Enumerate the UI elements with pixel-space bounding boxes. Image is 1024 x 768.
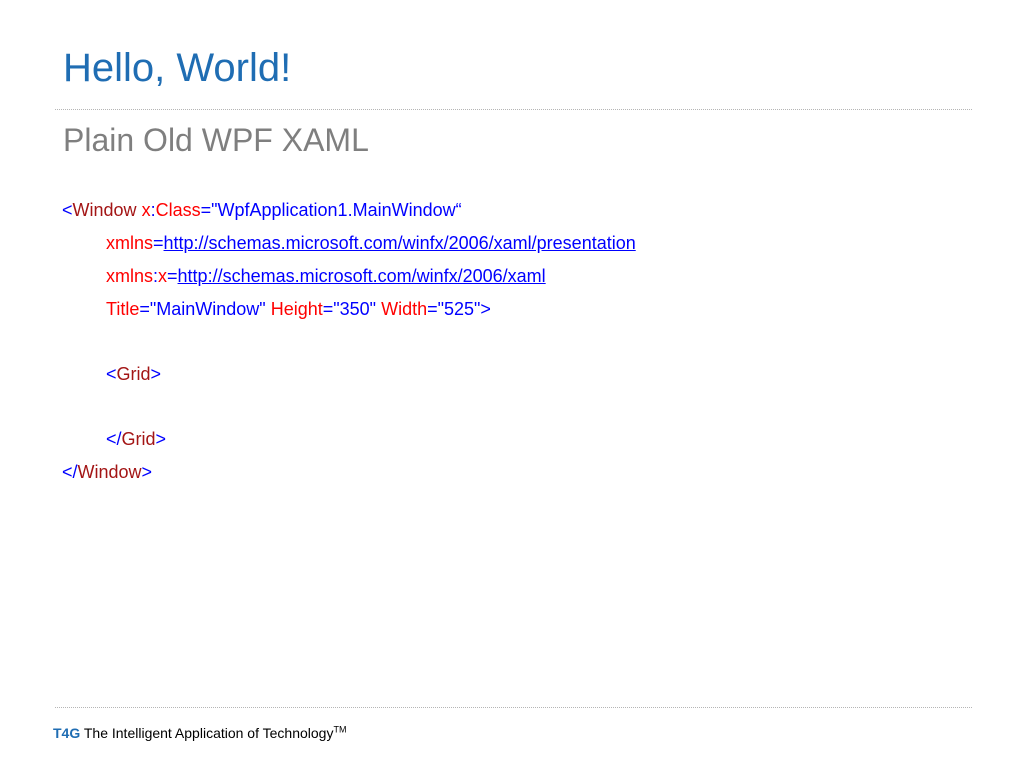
code-line-window-open: <Window x:Class="WpfApplication1.MainWin…	[62, 194, 636, 227]
code-namespace-prefix: x	[141, 200, 151, 220]
code-delimiter: =	[139, 299, 150, 319]
xaml-code-block: <Window x:Class="WpfApplication1.MainWin…	[62, 194, 636, 489]
code-namespace-prefix: x	[158, 266, 168, 286]
code-delimiter: </	[62, 462, 78, 482]
footer-brand: T4G	[53, 725, 81, 741]
code-delimiter: >	[155, 429, 167, 449]
code-line-window-close: </Window>	[62, 456, 636, 489]
code-delimiter: =	[167, 266, 178, 286]
code-delimiter: >	[480, 299, 491, 319]
code-attribute-name: Height	[270, 299, 323, 319]
code-delimiter: =	[200, 200, 212, 220]
code-element-name: Window	[72, 200, 137, 220]
code-line-xmlns: xmlns=http://schemas.microsoft.com/winfx…	[62, 227, 636, 260]
code-url-link[interactable]: http://schemas.microsoft.com/winfx/2006/…	[164, 233, 636, 253]
code-attribute-name: Width	[381, 299, 428, 319]
slide: Hello, World! Plain Old WPF XAML <Window…	[0, 0, 1024, 768]
code-attribute-name: xmlns	[106, 266, 154, 286]
code-element-name: Window	[77, 462, 142, 482]
code-delimiter: =	[322, 299, 334, 319]
code-line-xmlns-x: xmlns:x=http://schemas.microsoft.com/win…	[62, 260, 636, 293]
code-delimiter: =	[427, 299, 438, 319]
code-attribute-value: "WpfApplication1.MainWindow“	[211, 200, 462, 220]
code-attribute-value: "525"	[437, 299, 481, 319]
slide-title: Hello, World!	[63, 46, 292, 90]
code-delimiter: <	[106, 364, 117, 384]
code-delimiter: =	[153, 233, 164, 253]
code-element-name: Grid	[121, 429, 156, 449]
trademark-mark: TM	[333, 724, 347, 735]
code-url-link[interactable]: http://schemas.microsoft.com/winfx/2006/…	[178, 266, 546, 286]
slide-subtitle: Plain Old WPF XAML	[63, 122, 369, 158]
code-attribute-name: Class	[155, 200, 201, 220]
code-line-grid-open: <Grid>	[62, 358, 636, 391]
title-divider	[55, 109, 972, 110]
code-attribute-name: Title	[106, 299, 140, 319]
code-element-name: Grid	[116, 364, 151, 384]
code-delimiter: </	[106, 429, 122, 449]
code-delimiter: >	[141, 462, 153, 482]
footer-tagline: The Intelligent Application of Technolog…	[80, 725, 334, 741]
footer-divider	[55, 707, 972, 708]
code-line-grid-close: </Grid>	[62, 423, 636, 456]
footer: T4G The Intelligent Application of Techn…	[53, 723, 346, 743]
code-line-window-attributes: Title="MainWindow" Height="350" Width="5…	[62, 293, 636, 326]
code-attribute-value: "350"	[333, 299, 377, 319]
code-delimiter: >	[150, 364, 162, 384]
code-delimiter: <	[62, 200, 73, 220]
code-attribute-value: "MainWindow"	[149, 299, 266, 319]
code-attribute-name: xmlns	[106, 233, 154, 253]
